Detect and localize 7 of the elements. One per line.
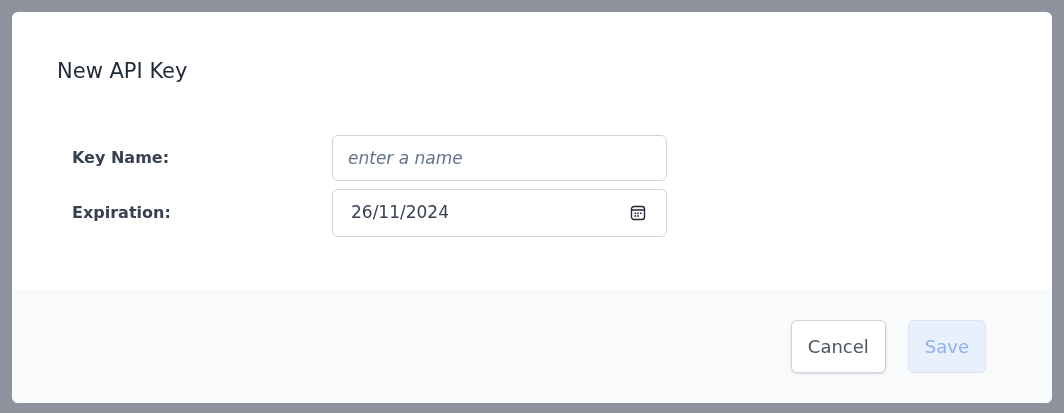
dialog-title: New API Key [57, 58, 189, 85]
cancel-button[interactable]: Cancel [790, 320, 886, 373]
field-label: Key Name: [72, 147, 171, 169]
field-label: Expiration: [72, 202, 172, 224]
name-input-field[interactable]: enter a name [332, 135, 667, 181]
date-input-field[interactable]: 26/11/2024 [332, 189, 667, 237]
calendar-icon[interactable] [630, 205, 646, 221]
